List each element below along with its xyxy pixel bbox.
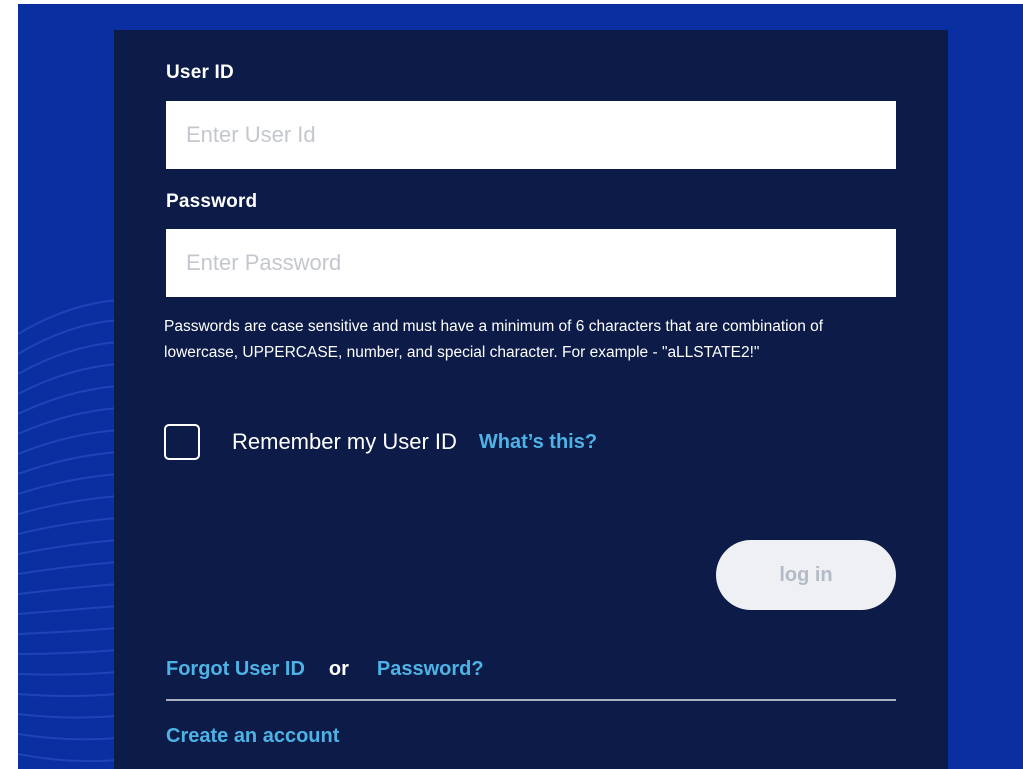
remember-user-id-row: Remember my User ID What’s this? [164, 422, 597, 462]
login-panel: User ID Password Passwords are case sens… [114, 30, 948, 769]
forgot-password-link[interactable]: Password? [377, 658, 484, 681]
password-input[interactable] [166, 229, 896, 297]
forgot-user-id-link[interactable]: Forgot User ID [166, 658, 305, 681]
log-in-button[interactable]: log in [716, 540, 896, 610]
whats-this-link[interactable]: What’s this? [479, 431, 597, 454]
password-requirements-text: Passwords are case sensitive and must ha… [164, 318, 824, 361]
divider [166, 699, 896, 701]
user-id-label: User ID [166, 62, 234, 83]
remember-user-id-label[interactable]: Remember my User ID [232, 429, 457, 455]
user-id-input[interactable] [166, 101, 896, 169]
create-account-link[interactable]: Create an account [166, 725, 339, 748]
or-separator: or [328, 658, 349, 680]
page-viewport: User ID Password Passwords are case sens… [0, 0, 1023, 769]
remember-user-id-checkbox[interactable] [164, 424, 200, 460]
password-label: Password [166, 191, 258, 212]
forgot-credentials-row: Forgot User ID or Password? [166, 658, 484, 681]
